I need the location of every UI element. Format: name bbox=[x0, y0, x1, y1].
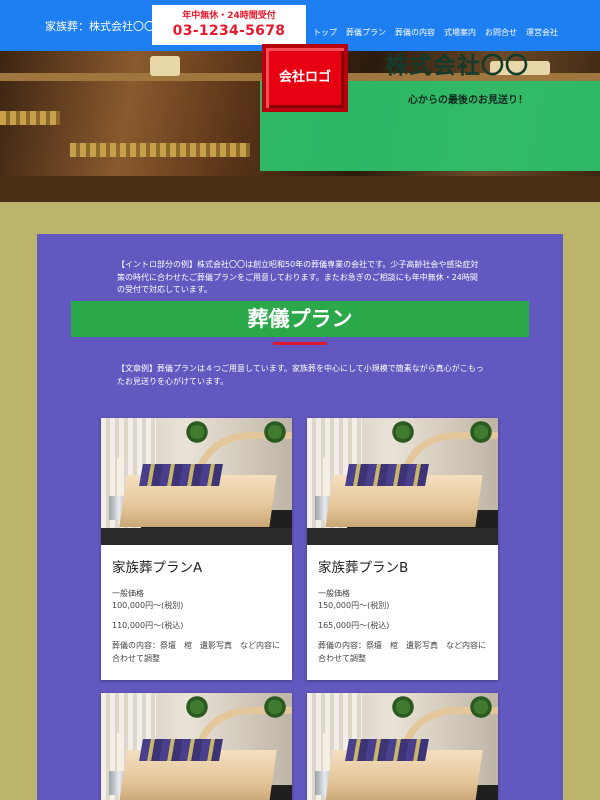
nav-item-contents[interactable]: 葬儀の内容 bbox=[395, 27, 435, 38]
plan-card-c[interactable] bbox=[101, 693, 292, 800]
nav-item-contact[interactable]: お問合せ bbox=[485, 27, 517, 38]
plan-card-a[interactable]: 家族葬プランA 一般価格 100,000円〜(税別) 110,000円〜(税込)… bbox=[101, 418, 292, 680]
plan-contents: 葬儀の内容：祭壇 棺 遺影写真 など内容に合わせて調整 bbox=[318, 641, 486, 663]
price-label: 一般価格 bbox=[112, 589, 144, 598]
plan-card-d[interactable] bbox=[307, 693, 498, 800]
plan-contents: 葬儀の内容：祭壇 棺 遺影写真 など内容に合わせて調整 bbox=[112, 641, 280, 663]
company-name: 株式会社〇〇 bbox=[385, 53, 529, 79]
section-title: 葬儀プラン bbox=[71, 301, 529, 337]
nav-item-venue[interactable]: 式場案内 bbox=[444, 27, 476, 38]
site-name[interactable]: 家族葬：株式会社〇〇 bbox=[45, 18, 155, 34]
phone-hours-note: 年中無休・24時間受付 bbox=[182, 11, 276, 21]
main-nav: トップ 葬儀プラン 葬儀の内容 式場案内 お問合せ 運営会社 bbox=[313, 20, 567, 39]
hero-tagline: 心からの最後のお見送り！ bbox=[408, 95, 528, 106]
hero-photo-lamp bbox=[150, 56, 180, 76]
hero-photo-ornament bbox=[0, 111, 60, 125]
plan-card-b[interactable]: 家族葬プランB 一般価格 150,000円〜(税別) 165,000円〜(税込)… bbox=[307, 418, 498, 680]
plan-name: 家族葬プランA bbox=[112, 560, 203, 576]
company-logo[interactable]: 会社ロゴ bbox=[262, 44, 348, 112]
hero-photo-floor bbox=[0, 176, 600, 202]
phone-number[interactable]: 03-1234-5678 bbox=[152, 23, 306, 39]
price-label: 一般価格 bbox=[318, 589, 350, 598]
plan-photo bbox=[101, 418, 292, 545]
price-tax-excluded: 100,000円〜(税別) bbox=[112, 601, 184, 610]
phone-contact-box[interactable]: 年中無休・24時間受付 03-1234-5678 bbox=[152, 5, 306, 45]
intro-text: 【イントロ部分の例】株式会社〇〇は創立昭和50年の葬儀専業の会社です。少子高齢社… bbox=[117, 260, 479, 294]
plan-photo bbox=[307, 693, 498, 800]
nav-item-plans[interactable]: 葬儀プラン bbox=[346, 27, 386, 38]
plan-photo bbox=[101, 693, 292, 800]
plan-lead-text: 【文章例】葬儀プランは４つご用意しています。家族葬を中心にして小規模で簡素ながら… bbox=[117, 364, 484, 386]
price-tax-excluded: 150,000円〜(税別) bbox=[318, 601, 390, 610]
hero-photo-ornament bbox=[70, 143, 250, 157]
title-underline bbox=[273, 342, 327, 345]
plan-photo bbox=[307, 418, 498, 545]
plan-name: 家族葬プランB bbox=[318, 560, 409, 576]
nav-item-company[interactable]: 運営会社 bbox=[526, 27, 558, 38]
price-tax-included: 110,000円〜(税込) bbox=[112, 621, 184, 630]
price-tax-included: 165,000円〜(税込) bbox=[318, 621, 390, 630]
nav-item-top[interactable]: トップ bbox=[313, 27, 337, 38]
